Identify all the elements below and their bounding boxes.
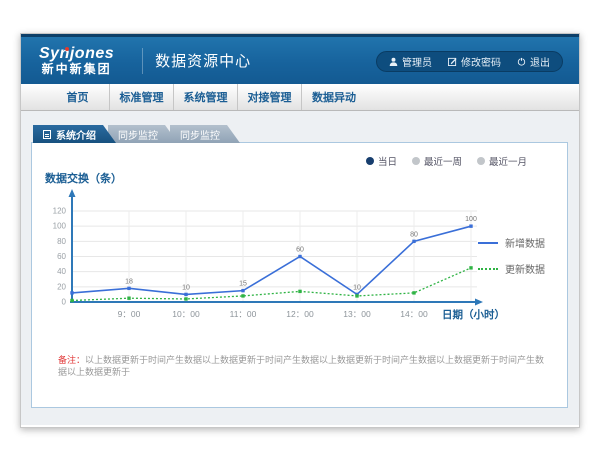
company-logo: Synjones 新中新集团: [39, 46, 130, 75]
svg-text:120: 120: [53, 207, 67, 216]
tab-label: 系统介绍: [56, 127, 96, 142]
radio-last-month[interactable]: 最近一月: [477, 154, 527, 168]
tab-sync-monitor-2[interactable]: 同步监控: [170, 125, 240, 143]
current-user[interactable]: 管理员: [389, 54, 432, 69]
app-header: Synjones 新中新集团 数据资源中心 管理员 修改密码 退出: [21, 34, 579, 84]
main-nav: 首页 标准管理 系统管理 对接管理 数据异动: [21, 84, 579, 111]
footer-note: 备注：以上数据更新于时间产生数据以上数据更新于时间产生数据以上数据更新于时间产生…: [58, 355, 548, 378]
logo-primary-text: Synjones: [39, 46, 114, 63]
green-dotted-sample-icon: [478, 268, 498, 270]
note-text: 以上数据更新于时间产生数据以上数据更新于时间产生数据以上数据更新于时间产生数据以…: [58, 355, 544, 377]
chart-legend: 新增数据 更新数据: [478, 235, 545, 287]
user-toolbar: 管理员 修改密码 退出: [376, 51, 563, 72]
radio-label: 最近一周: [424, 154, 462, 168]
app-window: Synjones 新中新集团 数据资源中心 管理员 修改密码 退出 首页 标准管…: [20, 33, 580, 428]
svg-text:60: 60: [57, 252, 66, 261]
legend-item-new-data[interactable]: 新增数据: [478, 235, 545, 250]
tab-sync-monitor-1[interactable]: 同步监控: [108, 125, 178, 143]
svg-text:15: 15: [239, 281, 247, 288]
radio-dot-icon: [412, 157, 420, 165]
page-title: 数据资源中心: [155, 50, 251, 71]
tab-label: 同步监控: [118, 127, 158, 142]
svg-text:18: 18: [125, 278, 133, 285]
svg-text:80: 80: [410, 231, 418, 238]
svg-text:100: 100: [53, 222, 67, 231]
radio-last-week[interactable]: 最近一周: [412, 154, 462, 168]
svg-text:13：00: 13：00: [343, 309, 371, 319]
change-password-button[interactable]: 修改密码: [448, 54, 501, 69]
chart-y-axis-title: 数据交换（条）: [45, 170, 122, 186]
logout-label: 退出: [530, 54, 550, 69]
legend-label: 更新数据: [505, 261, 545, 276]
header-divider: [142, 48, 143, 74]
nav-item-data-change[interactable]: 数据异动: [302, 84, 366, 110]
legend-label: 新增数据: [505, 235, 545, 250]
chart-panel: 当日 最近一周 最近一月 数据交换（条） 0 20 40 60 80 100 120 9：00…: [31, 142, 568, 408]
svg-text:11：00: 11：00: [230, 309, 257, 319]
legend-item-update-data[interactable]: 更新数据: [478, 261, 545, 276]
power-icon: [517, 57, 526, 66]
time-range-filter: 当日 最近一周 最近一月: [366, 154, 527, 168]
svg-text:40: 40: [57, 267, 66, 276]
tab-bar: 系统介绍 同步监控 同步监控: [33, 125, 232, 143]
nav-item-home[interactable]: 首页: [46, 84, 110, 110]
radio-label: 最近一月: [489, 154, 527, 168]
radio-dot-icon: [477, 157, 485, 165]
svg-text:日期（小时）: 日期（小时）: [442, 308, 505, 321]
radio-today[interactable]: 当日: [366, 154, 397, 168]
svg-text:100: 100: [465, 216, 477, 223]
svg-text:60: 60: [296, 247, 304, 254]
nav-item-interface-mgmt[interactable]: 对接管理: [238, 84, 302, 110]
svg-text:14：00: 14：00: [400, 309, 428, 319]
svg-text:10: 10: [353, 284, 361, 291]
svg-text:10：00: 10：00: [172, 309, 200, 319]
document-icon: [43, 130, 51, 139]
note-prefix: 备注：: [58, 355, 85, 365]
svg-text:9：00: 9：00: [118, 309, 141, 319]
svg-text:80: 80: [57, 237, 66, 246]
current-user-label: 管理员: [402, 54, 432, 69]
tab-label: 同步监控: [180, 127, 220, 142]
nav-item-standard-mgmt[interactable]: 标准管理: [110, 84, 174, 110]
blue-line-sample-icon: [478, 242, 498, 244]
svg-text:10: 10: [182, 284, 190, 291]
change-password-label: 修改密码: [461, 54, 501, 69]
radio-label: 当日: [378, 154, 397, 168]
logo-secondary-text: 新中新集团: [39, 63, 114, 76]
user-icon: [389, 57, 398, 66]
svg-text:0: 0: [62, 298, 67, 307]
logo-red-dot-icon: [65, 47, 69, 51]
nav-item-system-mgmt[interactable]: 系统管理: [174, 84, 238, 110]
edit-icon: [448, 57, 457, 66]
content-area: 系统介绍 同步监控 同步监控 当日 最近一周: [21, 111, 579, 425]
svg-text:20: 20: [57, 282, 66, 291]
radio-dot-icon: [366, 157, 374, 165]
svg-text:12：00: 12：00: [286, 309, 314, 319]
logout-button[interactable]: 退出: [517, 54, 550, 69]
tab-system-intro[interactable]: 系统介绍: [33, 125, 116, 143]
